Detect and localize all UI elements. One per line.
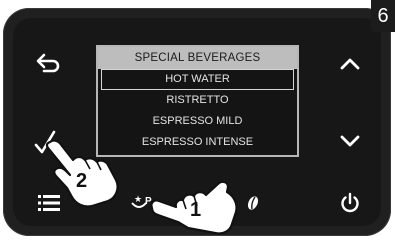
step-number: 6 xyxy=(371,0,395,32)
callout-number-2: 2 xyxy=(76,170,88,192)
chevron-up-icon[interactable] xyxy=(340,56,360,70)
svg-text:★: ★ xyxy=(134,195,142,205)
chevron-down-icon[interactable] xyxy=(340,135,360,149)
power-icon[interactable] xyxy=(339,192,361,214)
callout-number-1: 1 xyxy=(190,199,202,221)
back-arrow-icon[interactable] xyxy=(36,52,62,74)
coffee-bean-icon[interactable] xyxy=(246,194,260,212)
screen-title: SPECIAL BEVERAGES xyxy=(98,47,297,69)
menu-item-ristretto[interactable]: RISTRETTO xyxy=(98,90,297,111)
menu-item-hot-water[interactable]: HOT WATER xyxy=(101,69,294,90)
menu-item-espresso-mild[interactable]: ESPRESSO MILD xyxy=(98,111,297,132)
instruction-figure: 6 ★ P SPECIAL BEVERAGES HOT WATER RISTRE… xyxy=(0,0,395,240)
